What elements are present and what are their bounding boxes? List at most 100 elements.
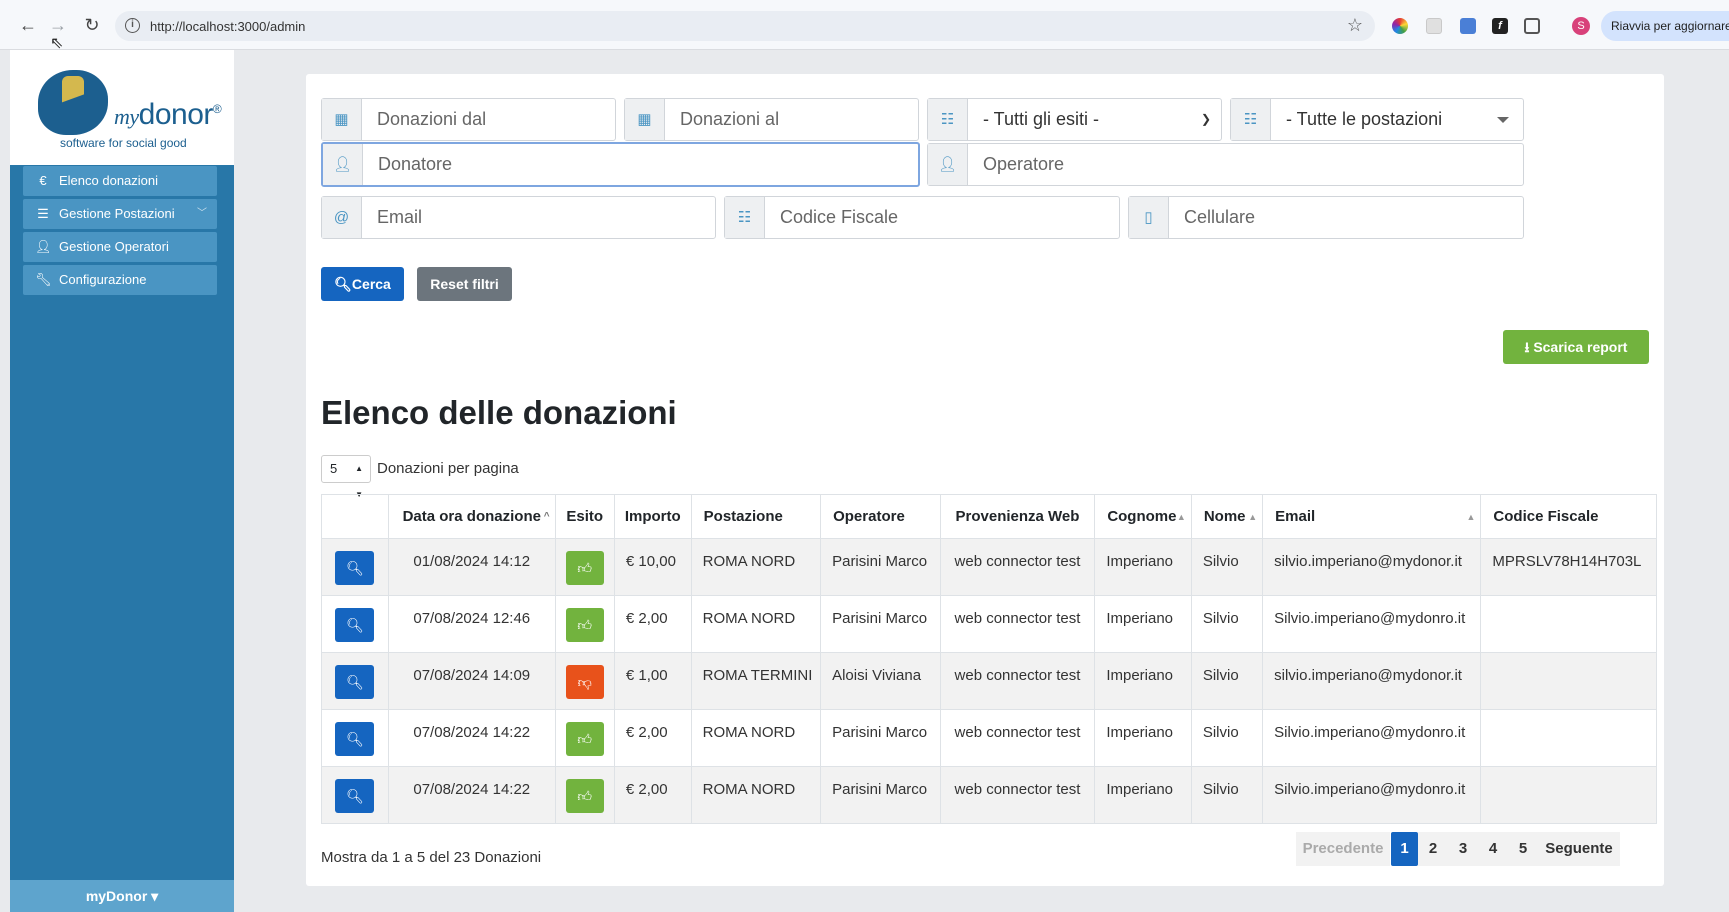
table-row: 🔍︎ 07/08/2024 14:09 👎︎ € 1,00 ROMA TERMINI Al… [321, 652, 1657, 710]
col-header-label: Nome [1203, 508, 1246, 525]
cell-email: Silvio.imperiano@mydonro.it [1262, 766, 1482, 824]
table-row: 🔍︎ 07/08/2024 12:46 👍︎ € 2,00 ROMA NORD Paris… [321, 595, 1657, 653]
view-detail-button[interactable]: 🔍︎ [335, 722, 375, 756]
cell-station: ROMA NORD [690, 538, 822, 596]
email-field[interactable]: @ Email [321, 196, 716, 239]
search-button[interactable]: 🔍︎Cerca [321, 267, 404, 301]
view-detail-button[interactable]: 🔍︎ [335, 779, 375, 813]
reload-icon[interactable]: ↻ [82, 16, 102, 34]
address-bar[interactable]: i http://localhost:3000/admin ☆ [115, 11, 1375, 41]
forward-arrow-icon[interactable]: → [48, 16, 68, 34]
thumbs-up-icon: 👍︎ [577, 731, 593, 747]
pagination-page-3[interactable]: 3 [1448, 832, 1478, 866]
download-report-button[interactable]: ⭳ Scarica report [1503, 330, 1649, 364]
sidebar-item-configurazione[interactable]: 🔧︎ Configurazione [23, 265, 217, 295]
blank-extension-icon[interactable] [1426, 18, 1442, 34]
cell-tax-code [1480, 709, 1657, 767]
outcome-select[interactable]: ☷ - Tutti gli esiti - ❯ [927, 98, 1222, 141]
back-arrow-icon[interactable]: ← [18, 16, 38, 34]
station-select[interactable]: ☷ - Tutte le postazioni [1230, 98, 1524, 141]
view-detail-button[interactable]: 🔍︎ [335, 608, 375, 642]
operator-input[interactable]: Operatore [968, 144, 1523, 185]
bookmark-star-icon[interactable]: ☆ [1347, 15, 1363, 36]
cell-tax-code [1480, 595, 1657, 653]
search-icon: 🔍︎ [346, 674, 364, 690]
tax-code-field[interactable]: ☷ Codice Fiscale [724, 196, 1120, 239]
tax-code-input[interactable]: Codice Fiscale [765, 197, 1119, 238]
col-header-surname[interactable]: Cognome ▲ [1094, 494, 1192, 539]
sort-icon: ▲ [1176, 512, 1186, 522]
date-to-field[interactable]: ▦ Donazioni al [624, 98, 919, 141]
donor-field[interactable]: 👤︎ [321, 142, 920, 187]
sort-icon: ▲ [1248, 512, 1258, 522]
pagination-prev[interactable]: Precedente [1296, 832, 1390, 866]
search-icon: 🔍︎ [346, 617, 364, 633]
thumbs-up-icon: 👍︎ [577, 788, 593, 804]
search-button-label: Cerca [351, 276, 391, 292]
logo[interactable]: mydonor® software for social good [10, 50, 234, 165]
cell-outcome: 👍︎ [554, 709, 615, 767]
donor-input[interactable] [378, 144, 918, 185]
cell-station: ROMA NORD [690, 595, 822, 653]
mobile-input[interactable]: Cellulare [1169, 197, 1523, 238]
per-page-select[interactable]: 5 ▲ ▼ [321, 455, 371, 499]
sidebar-item-gestione-postazioni[interactable]: ☰ Gestione Postazioni ﹀ [23, 199, 217, 229]
date-from-field[interactable]: ▦ Donazioni dal [321, 98, 616, 141]
reset-filters-button[interactable]: Reset filtri [417, 267, 512, 301]
puzzle-extensions-icon[interactable] [1524, 18, 1540, 34]
search-icon: 🔍︎ [346, 560, 364, 576]
operator-field[interactable]: 👤︎ Operatore [927, 143, 1524, 186]
col-header-tax-code: Codice Fiscale [1480, 494, 1657, 539]
email-input[interactable]: Email [362, 197, 715, 238]
cell-date: 07/08/2024 14:22 [387, 766, 556, 824]
table-row: 🔍︎ 07/08/2024 14:22 👍︎ € 2,00 ROMA NORD Paris… [321, 709, 1657, 767]
site-info-icon[interactable]: i [125, 18, 140, 33]
mobile-field[interactable]: ▯ Cellulare [1128, 196, 1524, 239]
profile-avatar[interactable]: S [1572, 17, 1590, 35]
cell-name: Silvio [1190, 538, 1264, 596]
relaunch-button[interactable]: Riavvia per aggiornare [1601, 11, 1729, 41]
cell-amount: € 2,00 [613, 595, 692, 653]
pagination-page-1[interactable]: 1 [1391, 832, 1418, 866]
col-header-name[interactable]: Nome ▲ [1190, 494, 1264, 539]
cell-actions: 🔍︎ [321, 766, 389, 824]
sidebar-item-label: Gestione Postazioni [59, 206, 175, 221]
cell-amount: € 2,00 [613, 709, 692, 767]
sidebar-item-elenco-donazioni[interactable]: € Elenco donazioni [23, 166, 217, 196]
color-extension-icon[interactable] [1392, 18, 1408, 34]
list-icon: ☷ [725, 197, 765, 238]
script-extension-icon[interactable]: f [1492, 18, 1508, 34]
pagination-page-4[interactable]: 4 [1478, 832, 1508, 866]
pagination-page-2[interactable]: 2 [1418, 832, 1448, 866]
date-to-input[interactable]: Donazioni al [665, 99, 918, 140]
outcome-select-value[interactable]: - Tutti gli esiti - [968, 99, 1221, 140]
per-page-label: Donazioni per pagina [377, 460, 519, 477]
chevron-down-icon: ﹀ [197, 208, 207, 219]
user-menu-button[interactable]: myDonor ▾ [10, 880, 234, 912]
sidebar-item-label: Configurazione [59, 272, 147, 287]
cell-station: ROMA TERMINI [690, 652, 822, 710]
sort-asc-icon: ^ [543, 511, 550, 522]
pagination-page-5[interactable]: 5 [1508, 832, 1538, 866]
tab-extension-icon[interactable] [1460, 18, 1476, 34]
cell-outcome: 👍︎ [554, 538, 615, 596]
url-text[interactable]: http://localhost:3000/admin [150, 19, 305, 34]
view-detail-button[interactable]: 🔍︎ [335, 551, 375, 585]
list-icon: ☰ [37, 206, 49, 221]
outcome-badge: 👍︎ [565, 722, 604, 756]
pagination-next[interactable]: Seguente [1538, 832, 1620, 866]
date-from-input[interactable]: Donazioni dal [362, 99, 615, 140]
donor-input-wrap[interactable] [363, 144, 918, 185]
col-header-email[interactable]: Email ▲ [1262, 494, 1482, 539]
list-icon: ☷ [928, 99, 968, 140]
station-select-value[interactable]: - Tutte le postazioni [1271, 99, 1523, 140]
view-detail-button[interactable]: 🔍︎ [335, 665, 375, 699]
browser-toolbar: ← → ↻ i http://localhost:3000/admin ☆ f … [0, 0, 1729, 52]
calendar-icon: ▦ [322, 99, 362, 140]
cell-actions: 🔍︎ [321, 652, 389, 710]
sidebar-item-gestione-operatori[interactable]: 👤︎ Gestione Operatori [23, 232, 217, 262]
logo-wordmark: mydonor® [114, 98, 222, 131]
col-header-actions [321, 494, 389, 539]
col-header-web-source: Provenienza Web [939, 494, 1096, 539]
col-header-date[interactable]: Data ora donazione ^ [387, 494, 556, 539]
